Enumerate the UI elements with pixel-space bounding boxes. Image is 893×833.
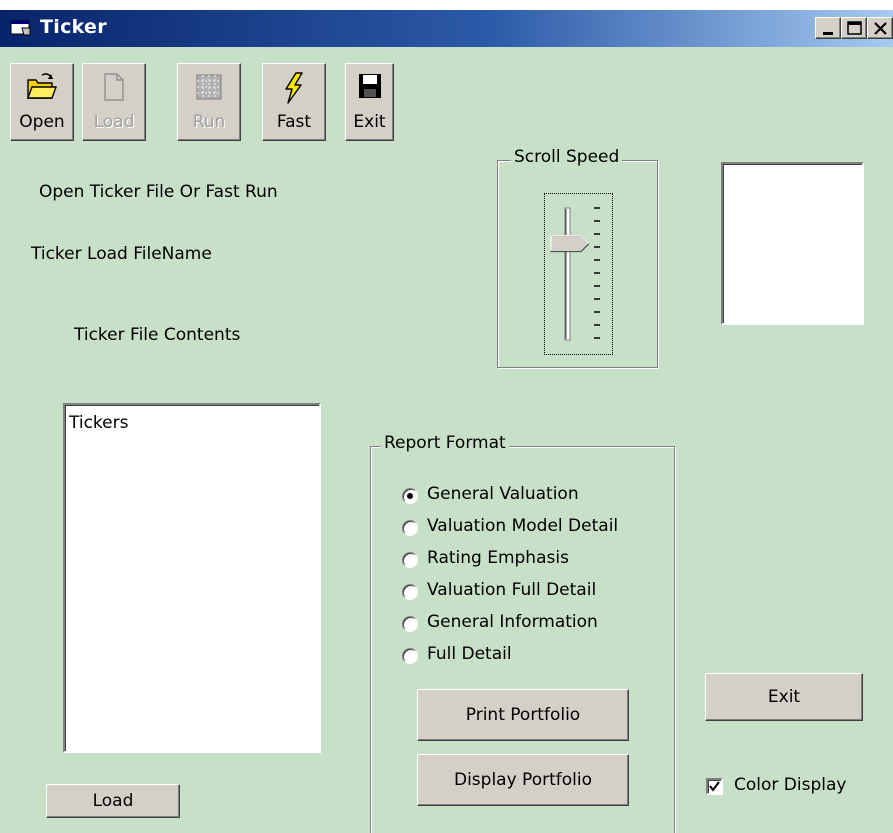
slider-track xyxy=(550,207,600,341)
toolbar-load-button[interactable]: Load xyxy=(82,63,146,141)
toolbar-exit-label: Exit xyxy=(353,112,386,132)
report-format-options: General Valuation Valuation Model Detail… xyxy=(372,484,672,674)
status-label: Open Ticker File Or Fast Run xyxy=(39,182,278,202)
radio-dot[interactable] xyxy=(402,552,418,568)
maximize-button[interactable] xyxy=(841,17,867,39)
report-format-title: Report Format xyxy=(381,433,509,453)
filename-label: Ticker Load FileName xyxy=(31,244,212,264)
display-portfolio-button[interactable]: Display Portfolio xyxy=(417,754,629,806)
window-title: Ticker xyxy=(40,16,107,38)
radio-label: Rating Emphasis xyxy=(427,548,569,568)
toolbar-open-label: Open xyxy=(19,112,65,132)
radio-label: General Information xyxy=(427,612,598,632)
minimize-button[interactable] xyxy=(815,17,841,39)
radio-dot[interactable] xyxy=(402,520,418,536)
list-item[interactable]: Tickers xyxy=(69,413,128,433)
lightning-icon xyxy=(285,72,303,104)
toolbar-open-button[interactable]: Open xyxy=(10,63,74,141)
radio-dot[interactable] xyxy=(402,616,418,632)
ticker-window: Ticker Open Load Run Fast Exit Open Tick… xyxy=(0,0,893,833)
radio-dot[interactable] xyxy=(402,584,418,600)
close-button[interactable] xyxy=(867,17,893,39)
print-portfolio-button[interactable]: Print Portfolio xyxy=(417,689,629,741)
toolbar-fast-button[interactable]: Fast xyxy=(262,63,326,141)
radio-label: Valuation Model Detail xyxy=(427,516,619,536)
load-button[interactable]: Load xyxy=(46,784,180,818)
exit-button[interactable]: Exit xyxy=(705,673,863,721)
radio-dot[interactable] xyxy=(402,648,418,664)
color-display-label: Color Display xyxy=(734,775,847,795)
toolbar-run-button[interactable]: Run xyxy=(177,63,241,141)
document-icon xyxy=(104,73,124,101)
color-preview-box xyxy=(721,162,864,325)
tickers-listbox[interactable]: Tickers xyxy=(63,403,321,753)
radio-label: Full Detail xyxy=(427,644,512,664)
contents-label: Ticker File Contents xyxy=(74,325,241,345)
scroll-speed-title: Scroll Speed xyxy=(511,147,623,167)
open-folder-icon xyxy=(27,73,57,99)
floppy-disk-icon xyxy=(358,74,381,98)
radio-label: Valuation Full Detail xyxy=(427,580,597,600)
toolbar-load-label: Load xyxy=(93,112,135,132)
scroll-speed-slider[interactable] xyxy=(544,193,613,355)
toolbar-fast-label: Fast xyxy=(276,112,312,132)
radio-dot[interactable] xyxy=(402,488,418,504)
toolbar-exit-button[interactable]: Exit xyxy=(345,63,394,141)
app-icon xyxy=(10,19,32,37)
checkmark-icon xyxy=(709,781,720,792)
radio-label: General Valuation xyxy=(427,484,579,504)
checkbox-box[interactable] xyxy=(706,778,723,795)
run-grid-icon xyxy=(196,74,222,100)
toolbar-run-label: Run xyxy=(192,112,226,132)
slider-thumb[interactable] xyxy=(550,235,590,253)
title-bar[interactable]: Ticker xyxy=(0,10,893,47)
